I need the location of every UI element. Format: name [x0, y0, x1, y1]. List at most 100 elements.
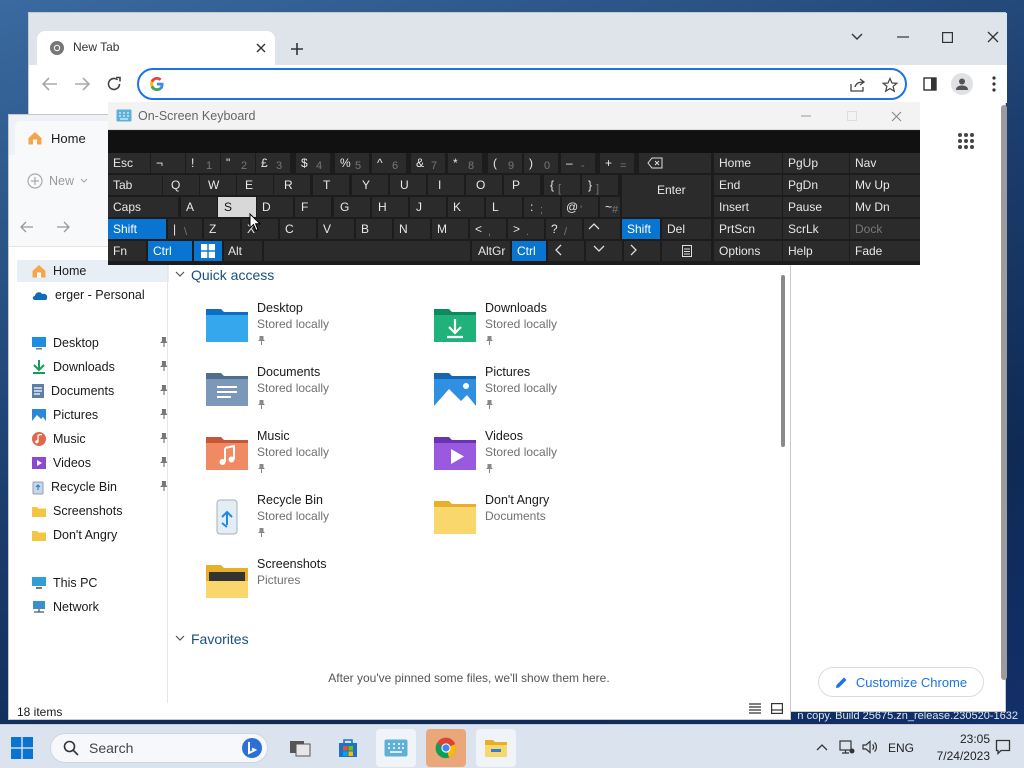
key-arrow-left[interactable]: [548, 241, 584, 261]
key-fade[interactable]: Fade: [850, 241, 920, 261]
start-button-windows-icon[interactable]: [10, 736, 34, 760]
chrome-tab[interactable]: New Tab: [37, 31, 275, 65]
key-0[interactable]: ) 0: [524, 153, 558, 173]
explorer-back-icon[interactable]: [19, 219, 35, 235]
key-1[interactable]: ! 1: [186, 153, 220, 173]
key-o[interactable]: O: [466, 175, 502, 195]
google-apps-grid-icon[interactable]: [954, 129, 978, 153]
key-insert[interactable]: Insert: [714, 197, 782, 217]
key-e[interactable]: E: [237, 175, 273, 195]
new-button[interactable]: New: [27, 173, 88, 189]
key-5[interactable]: % 5: [335, 153, 369, 173]
quick-access-item-videos[interactable]: Videos Stored locally: [433, 429, 653, 491]
key-right-brace[interactable]: }]: [582, 175, 618, 195]
notifications-icon[interactable]: [993, 737, 1013, 757]
key-plus[interactable]: + =: [600, 153, 634, 173]
key-dock[interactable]: Dock: [850, 219, 920, 239]
key-h[interactable]: H: [372, 197, 408, 217]
key-w[interactable]: W: [200, 175, 236, 195]
key-r[interactable]: R: [274, 175, 310, 195]
key-prtscn[interactable]: PrtScn: [714, 219, 782, 239]
key-7[interactable]: & 7: [411, 153, 445, 173]
taskbar-chrome-icon[interactable]: [426, 729, 466, 767]
key-9[interactable]: (9: [488, 153, 522, 173]
tray-chevron-up-icon[interactable]: [814, 739, 830, 755]
key-pipe[interactable]: | \: [168, 219, 202, 239]
key-c[interactable]: C: [280, 219, 316, 239]
key-nav[interactable]: Nav: [850, 153, 920, 173]
key-question[interactable]: ? /: [546, 219, 582, 239]
key-altgr[interactable]: AltGr: [472, 241, 510, 261]
key-end[interactable]: End: [714, 175, 782, 195]
key-i[interactable]: I: [428, 175, 464, 195]
key-tilde[interactable]: ~ #: [600, 197, 620, 217]
nav-item-this-pc[interactable]: This PC: [31, 572, 179, 594]
menu-kebab-icon[interactable]: [987, 75, 1001, 93]
nav-item-screenshots[interactable]: Screenshots: [31, 500, 179, 522]
key-v[interactable]: V: [318, 219, 354, 239]
nav-item-onedrive[interactable]: erger - Personal: [31, 284, 179, 306]
key-z[interactable]: Z: [204, 219, 240, 239]
key-l[interactable]: L: [486, 197, 522, 217]
key-2[interactable]: " 2: [221, 153, 255, 173]
quick-access-item-music[interactable]: Music Stored locally: [205, 429, 425, 491]
key-shift-left[interactable]: Shift: [108, 219, 166, 239]
key-b[interactable]: B: [356, 219, 392, 239]
key-not[interactable]: ¬: [151, 153, 185, 173]
key-g[interactable]: G: [334, 197, 370, 217]
key-tab[interactable]: Tab: [108, 175, 162, 195]
taskbar-file-explorer-icon[interactable]: [476, 729, 516, 767]
close-icon[interactable]: [983, 27, 1003, 47]
key-del[interactable]: Del: [662, 219, 711, 239]
key-fn[interactable]: Fn: [108, 241, 146, 261]
key-t[interactable]: T: [313, 175, 349, 195]
key-q[interactable]: Q: [163, 175, 199, 195]
nav-item-recycle-bin[interactable]: Recycle Bin: [31, 476, 169, 498]
key-arrow-up[interactable]: [584, 219, 620, 239]
nav-item-pictures[interactable]: Pictures: [31, 404, 169, 426]
key-esc[interactable]: Esc: [108, 153, 150, 173]
nav-item-music[interactable]: Music: [31, 428, 169, 450]
customize-chrome-button[interactable]: Customize Chrome: [818, 667, 984, 697]
key-caps[interactable]: Caps: [108, 197, 178, 217]
taskbar-search-box[interactable]: Search: [50, 733, 268, 763]
explorer-forward-icon[interactable]: [55, 219, 71, 235]
favorites-header[interactable]: Favorites: [175, 631, 249, 647]
quick-access-item-downloads[interactable]: Downloads Stored locally: [433, 301, 653, 363]
key-mv-dn[interactable]: Mv Dn: [850, 197, 920, 217]
nav-item-network[interactable]: Network: [31, 596, 179, 618]
quick-access-item-desktop[interactable]: Desktop Stored locally: [205, 301, 425, 363]
key-ctrl-right[interactable]: Ctrl: [512, 241, 546, 261]
key-pgdn[interactable]: PgDn: [783, 175, 849, 195]
key-greater-than[interactable]: >.: [508, 219, 544, 239]
nav-item-documents[interactable]: Documents: [31, 380, 169, 402]
key-left-brace[interactable]: {[: [544, 175, 580, 195]
key-shift-right[interactable]: Shift: [622, 219, 660, 239]
key-mv-up[interactable]: Mv Up: [850, 175, 920, 195]
tab-close-icon[interactable]: [253, 40, 269, 56]
key-f[interactable]: F: [295, 197, 331, 217]
key-options[interactable]: Options: [714, 241, 782, 261]
osk-minimize-icon[interactable]: [796, 108, 816, 124]
key-p[interactable]: P: [504, 175, 540, 195]
content-scrollbar[interactable]: [781, 275, 785, 447]
key-a[interactable]: A: [181, 197, 217, 217]
key-m[interactable]: M: [432, 219, 468, 239]
tray-date[interactable]: 7/24/2023: [924, 749, 990, 763]
new-tab-plus-icon[interactable]: [287, 39, 307, 59]
taskbar-task-view-icon[interactable]: [280, 729, 320, 767]
key-8[interactable]: * 8: [448, 153, 482, 173]
chrome-scrollbar[interactable]: [1001, 105, 1007, 705]
taskbar-osk-icon[interactable]: [376, 729, 416, 767]
tray-language[interactable]: ENG: [888, 741, 914, 755]
bookmark-star-icon[interactable]: [881, 76, 899, 94]
key-home[interactable]: Home: [714, 153, 782, 173]
key-4[interactable]: $4: [296, 153, 330, 173]
nav-item-videos[interactable]: Videos: [31, 452, 169, 474]
nav-item-dont-angry[interactable]: Don't Angry: [31, 524, 179, 546]
key-ctrl-left[interactable]: Ctrl: [148, 241, 192, 261]
details-view-icon[interactable]: [747, 701, 763, 715]
key-alt[interactable]: Alt: [224, 241, 262, 261]
key-pause[interactable]: Pause: [783, 197, 849, 217]
maximize-icon[interactable]: [937, 27, 957, 47]
